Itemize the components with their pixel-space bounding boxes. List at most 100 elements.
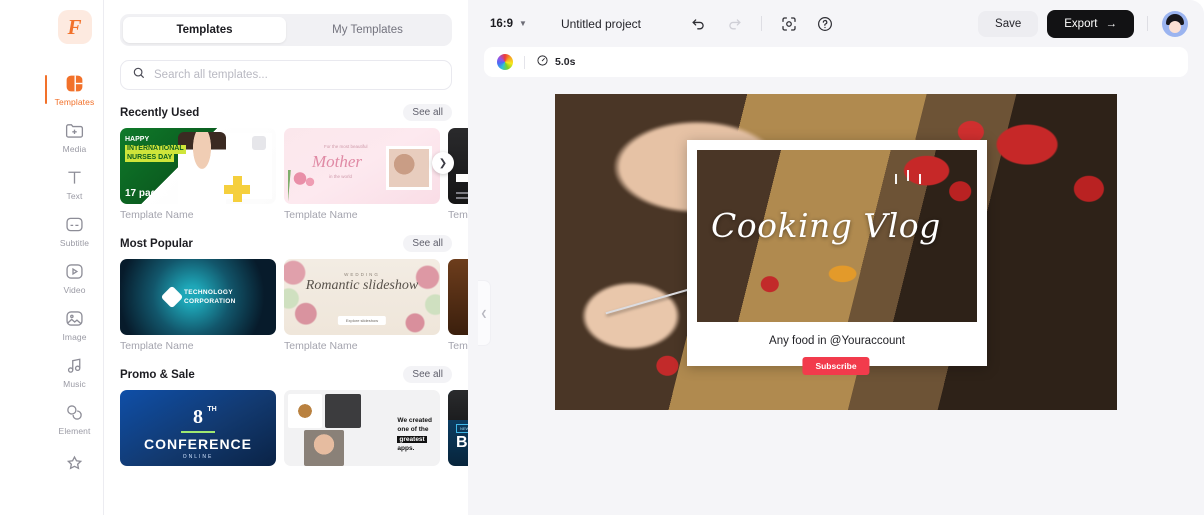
sidebar-item-subtitle[interactable]: Subtitle [46, 207, 104, 254]
canvas-hand-bottom [566, 270, 697, 361]
template-card[interactable]: For the most beautiful Mother in the wor… [284, 128, 440, 221]
thumb-line4: apps. [397, 445, 415, 453]
undo-button[interactable] [689, 14, 708, 33]
fit-to-frame-button[interactable] [779, 14, 798, 33]
subscribe-button[interactable]: Subscribe [802, 357, 870, 375]
thumb-pages-badge: 17 pages [125, 188, 168, 199]
sidebar-item-templates[interactable]: Templates [44, 66, 104, 113]
see-all-button[interactable]: See all [403, 366, 452, 383]
duration-control[interactable]: 5.0s [536, 54, 575, 70]
section-header: Recently Used See all [120, 104, 468, 121]
sidebar-item-magic[interactable] [46, 442, 104, 489]
section-header: Most Popular See all [120, 235, 468, 252]
section-most-popular: Most Popular See all TECHNOLOGY CORPORAT… [104, 235, 468, 352]
templates-panel: Templates My Templates Recently Used See… [104, 0, 468, 515]
sidebar-item-label: Music [63, 378, 86, 389]
section-title: Promo & Sale [120, 368, 195, 381]
template-card[interactable]: WEDDING Romantic slideshow Explore slide… [284, 259, 440, 352]
export-button[interactable]: Export → [1047, 9, 1134, 38]
video-canvas[interactable]: Cooking Vlog Any food in @Youraccount Su… [555, 94, 1117, 410]
image-icon [64, 308, 85, 329]
template-card[interactable]: HAPPY INTERNATIONAL NURSES DAY 17 pages … [120, 128, 276, 221]
sidebar-item-image[interactable]: Image [46, 301, 104, 348]
sidebar-item-label: Image [62, 331, 87, 342]
template-card[interactable]: Templ [448, 259, 468, 352]
thumb-lines [456, 192, 468, 194]
canvas-caption[interactable]: Any food in @Youraccount [697, 335, 977, 347]
template-thumbnail: For the most beautiful Mother in the wor… [284, 128, 440, 204]
aspect-ratio-selector[interactable]: 16:9 ▼ [490, 18, 527, 30]
thumb-badge [160, 285, 184, 309]
see-all-button[interactable]: See all [403, 235, 452, 252]
template-thumbnail: WEDDING Romantic slideshow Explore slide… [284, 259, 440, 335]
template-thumbnail: NEW ARRIVAL BL [448, 390, 468, 466]
sidebar-item-label: Video [63, 284, 86, 295]
section-title: Most Popular [120, 237, 193, 250]
sidebar-item-text[interactable]: Text [46, 160, 104, 207]
sidebar-item-media[interactable]: Media [46, 113, 104, 160]
save-button[interactable]: Save [978, 10, 1039, 37]
color-wheel-icon[interactable] [497, 54, 513, 70]
sidebar-item-video[interactable]: Video [46, 254, 104, 301]
search-input[interactable] [154, 69, 440, 81]
sidebar-item-music[interactable]: Music [46, 348, 104, 395]
template-caption: Template Name [284, 209, 358, 221]
duration-value: 5.0s [555, 56, 576, 68]
thumb-line1: TECHNOLOGY [184, 289, 233, 296]
chevron-left-icon: ❮ [480, 308, 488, 318]
timeline-bar: 5.0s [484, 47, 1188, 77]
section-title: Recently Used [120, 106, 200, 119]
thumb-line3: greatest [397, 435, 427, 443]
thumb-line1: We created [397, 417, 432, 424]
search-box[interactable] [120, 60, 452, 90]
tab-my-templates[interactable]: My Templates [286, 17, 449, 43]
thumb-happy: HAPPY [125, 136, 150, 143]
thumb-title: Romantic slideshow [305, 278, 419, 293]
template-caption: Templ [448, 209, 468, 221]
redo-button[interactable] [725, 14, 744, 33]
app-logo[interactable]: F [57, 10, 92, 44]
template-card[interactable]: 8 TH CONFERENCE ONLINE [120, 390, 276, 466]
panel-tabs: Templates My Templates [120, 14, 452, 46]
thumb-text: HAPPY INTERNATIONAL NURSES DAY [125, 136, 186, 163]
canvas-title[interactable]: Cooking Vlog [711, 206, 941, 245]
thumb-title: Mother [312, 152, 363, 171]
avatar[interactable] [1162, 10, 1188, 37]
template-thumbnail [448, 259, 468, 335]
template-caption: Templ [448, 340, 468, 352]
video-icon [64, 261, 85, 282]
thumb-eyebrow: WEDDING [344, 272, 380, 277]
sidebar-item-element[interactable]: Element [46, 395, 104, 442]
thumb-sub2: in the world [329, 174, 353, 179]
logo-letter: F [67, 14, 82, 39]
thumb-photo-3 [304, 430, 344, 466]
search-icon [132, 66, 146, 85]
canvas-card-overlay[interactable]: Cooking Vlog Any food in @Youraccount [687, 140, 987, 366]
chevron-down-icon: ▼ [519, 19, 527, 28]
sidebar-item-label: Media [62, 143, 87, 154]
thumb-line2: one of the [397, 426, 429, 434]
element-icon [64, 402, 85, 423]
export-label: Export [1064, 17, 1098, 30]
thumb-cross [224, 176, 250, 202]
template-card[interactable]: Templ [448, 128, 468, 221]
help-button[interactable] [815, 14, 834, 33]
thumb-ordinal: TH [207, 406, 217, 413]
template-row: TECHNOLOGY CORPORATION Template Name WED… [120, 259, 468, 352]
template-card[interactable]: We created one of the greatest apps. [284, 390, 440, 466]
project-name-input[interactable]: Untitled project [561, 17, 641, 31]
clock-icon [536, 54, 549, 70]
thumb-number: 8 [193, 406, 203, 428]
section-promo-sale: Promo & Sale See all 8 TH CONFERENCE ONL… [104, 366, 468, 466]
template-card[interactable]: NEW ARRIVAL BL [448, 390, 468, 466]
thumb-tag: NEW ARRIVAL [456, 424, 468, 433]
template-card[interactable]: TECHNOLOGY CORPORATION Template Name [120, 259, 276, 352]
app-root: F Templates Media Text Subtitle Video Im… [0, 0, 1204, 515]
magic-wand-icon [64, 454, 85, 475]
thumb-tulip [288, 170, 328, 204]
panel-collapse-handle[interactable]: ❮ [478, 280, 491, 346]
see-all-button[interactable]: See all [403, 104, 452, 121]
carousel-next-button[interactable]: ❯ [432, 152, 454, 174]
sidebar-item-label: Templates [54, 96, 95, 107]
tab-templates[interactable]: Templates [123, 17, 286, 43]
